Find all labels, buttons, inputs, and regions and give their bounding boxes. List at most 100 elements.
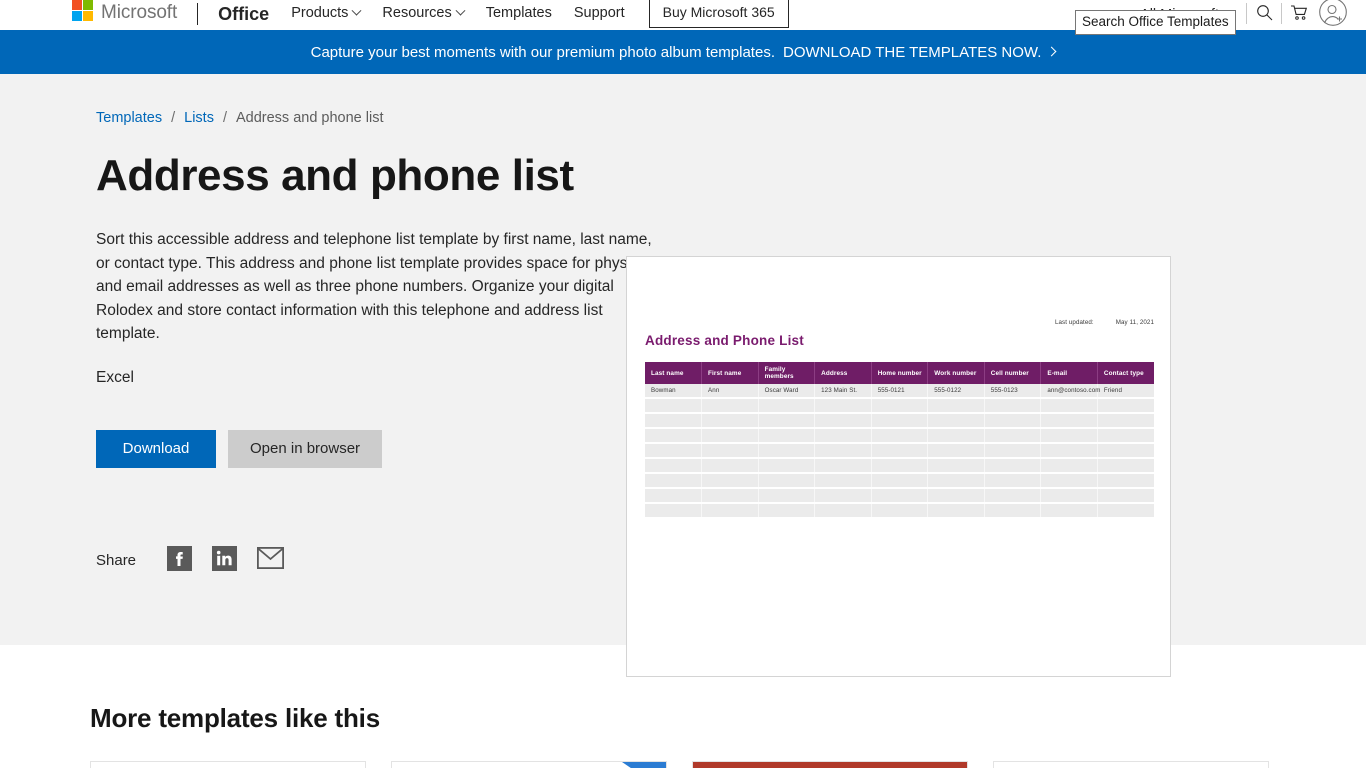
top-navigation-bar: Microsoft Office Products Resources Temp… xyxy=(0,0,1366,35)
table-cell-empty xyxy=(645,503,703,519)
table-column-header: Work number xyxy=(927,362,985,384)
microsoft-logo[interactable]: Microsoft xyxy=(72,0,177,30)
table-cell-empty xyxy=(927,413,985,429)
table-cell-empty xyxy=(984,398,1042,414)
table-cell-empty xyxy=(814,398,872,414)
search-icon[interactable] xyxy=(1247,0,1281,24)
table-cell-empty xyxy=(927,443,985,459)
table-cell-empty xyxy=(758,473,816,489)
chevron-right-icon xyxy=(1046,46,1057,57)
page-title: Address and phone list xyxy=(96,151,574,200)
table-cell-empty xyxy=(927,488,985,504)
table-cell-empty xyxy=(758,458,816,474)
table-cell-empty xyxy=(645,428,703,444)
facebook-icon[interactable] xyxy=(167,545,193,576)
chevron-down-icon xyxy=(351,5,362,16)
table-cell-empty xyxy=(645,398,703,414)
table-cell-empty xyxy=(1040,428,1098,444)
table-cell-empty xyxy=(645,413,703,429)
table-cell-empty xyxy=(814,413,872,429)
share-label: Share xyxy=(96,552,137,569)
cart-icon[interactable] xyxy=(1282,0,1316,24)
table-cell-empty xyxy=(1097,398,1154,414)
nav-item-templates[interactable]: Templates xyxy=(486,5,552,22)
table-cell-empty xyxy=(984,458,1042,474)
template-card[interactable] xyxy=(993,761,1269,768)
table-cell-empty xyxy=(984,473,1042,489)
microsoft-squares-icon xyxy=(72,0,93,21)
promo-text: Capture your best moments with our premi… xyxy=(310,43,775,61)
table-column-header: E-mail xyxy=(1040,362,1098,384)
table-column-header: Last name xyxy=(645,362,703,384)
template-preview-pane[interactable]: Last updated: May 11, 2021 Address and P… xyxy=(626,256,1171,677)
table-column-header: Cell number xyxy=(984,362,1042,384)
table-cell-empty xyxy=(1040,398,1098,414)
table-cell-empty xyxy=(758,398,816,414)
table-cell-empty xyxy=(1040,473,1098,489)
nav-divider xyxy=(197,3,199,25)
table-cell-empty xyxy=(701,398,759,414)
table-cell-empty xyxy=(984,503,1042,519)
table-cell-empty xyxy=(814,473,872,489)
table-cell-empty xyxy=(1097,503,1154,519)
table-cell-empty xyxy=(1040,503,1098,519)
open-in-browser-button[interactable]: Open in browser xyxy=(228,429,383,468)
table-cell-empty xyxy=(1097,488,1154,504)
buy-microsoft-365-button[interactable]: Buy Microsoft 365 xyxy=(648,0,789,28)
template-card[interactable] xyxy=(391,761,667,768)
table-cell: 123 Main St. xyxy=(814,384,872,399)
table-column-header: Address xyxy=(814,362,872,384)
table-cell-empty xyxy=(701,473,759,489)
template-preview-document: Last updated: May 11, 2021 Address and P… xyxy=(626,256,1171,677)
table-column-header: Contact type xyxy=(1097,362,1154,384)
table-cell-empty xyxy=(984,413,1042,429)
template-card[interactable]: Club Name xyxy=(692,761,968,768)
table-cell-empty xyxy=(871,413,929,429)
table-cell-empty xyxy=(814,443,872,459)
download-button[interactable]: Download xyxy=(96,429,216,468)
table-cell-empty xyxy=(984,428,1042,444)
table-cell-empty xyxy=(645,488,703,504)
account-icon[interactable] xyxy=(1316,0,1350,26)
nav-item-products[interactable]: Products xyxy=(291,5,362,22)
table-cell: 555-0121 xyxy=(871,384,929,399)
table-cell-empty xyxy=(927,503,985,519)
table-cell-empty xyxy=(927,473,985,489)
table-cell-empty xyxy=(927,398,985,414)
table-cell-empty xyxy=(871,443,929,459)
office-product-link[interactable]: Office xyxy=(218,4,269,24)
hero-section: Templates / Lists / Address and phone li… xyxy=(0,74,1366,677)
table-cell-empty xyxy=(1097,458,1154,474)
table-cell: Bowman xyxy=(645,384,703,399)
table-cell-empty xyxy=(701,503,759,519)
table-cell: 555-0123 xyxy=(984,384,1042,399)
table-cell-empty xyxy=(645,443,703,459)
promo-cta-link[interactable]: DOWNLOAD THE TEMPLATES NOW. xyxy=(783,44,1057,61)
table-cell: Ann xyxy=(701,384,759,399)
table-cell-empty xyxy=(984,488,1042,504)
nav-item-support[interactable]: Support xyxy=(574,5,625,22)
email-icon[interactable] xyxy=(257,546,285,574)
table-cell-empty xyxy=(1040,488,1098,504)
table-cell-empty xyxy=(758,428,816,444)
table-column-header: First name xyxy=(701,362,759,384)
microsoft-wordmark: Microsoft xyxy=(101,2,178,23)
table-row: Bowman Ann Oscar Ward 123 Main St. 555-0121 5… xyxy=(645,384,1154,399)
chevron-down-icon xyxy=(455,5,466,16)
table-cell-empty xyxy=(701,458,759,474)
club-name-band: Club Name xyxy=(693,762,967,768)
search-tooltip: Search Office Templates xyxy=(1075,10,1236,35)
table-cell-empty xyxy=(1097,413,1154,429)
table-cell-empty xyxy=(814,488,872,504)
table-cell-empty xyxy=(701,413,759,429)
promo-banner[interactable]: Capture your best moments with our premi… xyxy=(0,30,1366,74)
template-card[interactable] xyxy=(90,761,366,768)
table-cell-empty xyxy=(927,428,985,444)
table-cell-empty xyxy=(701,443,759,459)
linkedin-icon[interactable] xyxy=(212,545,238,576)
table-row-empty xyxy=(645,473,1154,489)
table-cell-empty xyxy=(871,473,929,489)
table-row-empty xyxy=(645,413,1154,429)
nav-item-resources[interactable]: Resources xyxy=(382,5,466,22)
table-cell-empty xyxy=(814,458,872,474)
